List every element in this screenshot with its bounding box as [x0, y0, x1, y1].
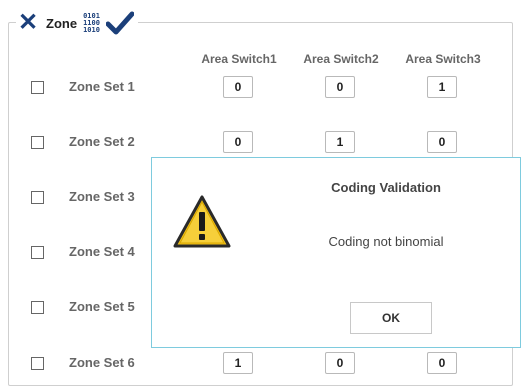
area-switch1-value[interactable]: 0: [223, 131, 253, 153]
area-switch3-value[interactable]: 0: [427, 131, 457, 153]
zone-set-label: Zone Set 5: [69, 299, 135, 314]
area-switch2-value[interactable]: 0: [325, 76, 355, 98]
zone-set-checkbox[interactable]: [31, 301, 44, 314]
zone-set-checkbox[interactable]: [31, 81, 44, 94]
area-switch2-value[interactable]: 0: [325, 352, 355, 374]
area-switch3-value[interactable]: 1: [427, 76, 457, 98]
area-switch2-value[interactable]: 1: [325, 131, 355, 153]
zone-set-label: Zone Set 3: [69, 189, 135, 204]
zone-set-checkbox[interactable]: [31, 136, 44, 149]
column-header-area-switch2: Area Switch2: [303, 52, 379, 66]
zone-set-label: Zone Set 1: [69, 79, 135, 94]
zone-set-label: Zone Set 6: [69, 355, 135, 370]
zone-set-checkbox[interactable]: [31, 246, 44, 259]
area-switch3-value[interactable]: 0: [427, 352, 457, 374]
binary-line-3: 1010: [83, 25, 100, 34]
zone-set-row: Zone Set 2 0 1 0: [0, 131, 521, 153]
zone-panel-legend: ✕ Zone 0101 1100 1010: [16, 8, 138, 38]
zone-set-label: Zone Set 2: [69, 134, 135, 149]
close-x-icon[interactable]: ✕: [18, 11, 38, 35]
zone-set-checkbox[interactable]: [31, 357, 44, 370]
zone-set-label: Zone Set 4: [69, 244, 135, 259]
ok-button[interactable]: OK: [350, 302, 432, 334]
dialog-message: Coding not binomial: [328, 234, 444, 249]
dialog-title: Coding Validation: [331, 180, 441, 195]
zone-set-row: Zone Set 6 1 0 0: [0, 352, 521, 374]
zone-set-row: Zone Set 1 0 0 1: [0, 76, 521, 98]
binary-code-icon[interactable]: 0101 1100 1010: [83, 12, 100, 34]
area-switch1-value[interactable]: 1: [223, 352, 253, 374]
zone-set-checkbox[interactable]: [31, 191, 44, 204]
zone-panel-title: Zone: [46, 15, 78, 31]
column-header-area-switch3: Area Switch3: [405, 52, 481, 66]
coding-validation-dialog: Coding Validation Coding not binomial OK: [151, 157, 521, 348]
checkmark-icon[interactable]: [105, 11, 134, 35]
area-switch1-value[interactable]: 0: [223, 76, 253, 98]
column-header-area-switch1: Area Switch1: [201, 52, 277, 66]
